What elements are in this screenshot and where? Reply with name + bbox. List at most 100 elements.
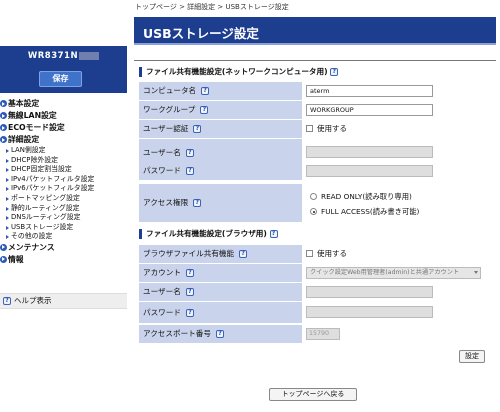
question-icon[interactable]: ? <box>185 167 194 175</box>
circle-arrow-icon <box>0 100 7 107</box>
account-select-value: クイック設定Web用管理者(admin)と共通アカウント <box>310 269 460 276</box>
browser-share-label: ブラウザファイル共有機能? <box>139 245 302 263</box>
triangle-icon <box>6 158 9 163</box>
browser-share-cell: 使用する <box>302 245 491 263</box>
sidebar-nav-sub-item[interactable]: DNSルーティング設定 <box>0 213 127 223</box>
user-auth-checkbox-label[interactable]: 使用する <box>317 120 347 138</box>
back-to-top-button[interactable]: トップページへ戻る <box>269 388 357 401</box>
network-share-section-title: ファイル共有機能設定(ネットワークコンピュータ用) ? <box>139 67 339 77</box>
triangle-icon <box>6 168 9 173</box>
user-auth-label-text: ユーザー認証 <box>143 124 189 133</box>
question-icon[interactable]: ? <box>185 288 194 296</box>
help-display-link[interactable]: ? ヘルプ表示 <box>0 293 127 309</box>
password-input[interactable] <box>306 165 433 177</box>
question-icon[interactable]: ? <box>185 309 194 317</box>
page-title: USBストレージ設定 <box>143 26 259 41</box>
browser-username-cell <box>302 283 491 301</box>
breadcrumb: トップページ > 詳細設定 > USBストレージ設定 <box>135 3 289 11</box>
sidebar-nav-label: 静的ルーティング設定 <box>11 203 80 212</box>
sidebar-nav-sub-item[interactable]: その他の設定 <box>0 232 127 242</box>
circle-arrow-icon <box>0 136 7 143</box>
sidebar-nav-main-item[interactable]: 基本設定 <box>0 98 127 110</box>
sidebar-nav-label: 無線LAN設定 <box>8 111 57 120</box>
access-port-label: アクセスポート番号? <box>139 325 302 343</box>
sidebar-nav-sub-item[interactable]: IPv6パケットフィルタ設定 <box>0 184 127 194</box>
sidebar-nav-label: 情報 <box>8 254 24 264</box>
browser-username-input[interactable] <box>306 286 433 298</box>
sidebar-nav-main-item[interactable]: 詳細設定 <box>0 134 127 146</box>
browser-password-input[interactable] <box>306 306 433 318</box>
password-label: パスワード? <box>139 162 302 180</box>
password-label-text: パスワード <box>143 166 181 175</box>
question-icon[interactable]: ? <box>330 68 339 76</box>
settings-button[interactable]: 設定 <box>459 350 485 363</box>
triangle-icon <box>6 177 9 182</box>
username-input[interactable] <box>306 146 433 158</box>
sidebar-nav-main-item[interactable]: 無線LAN設定 <box>0 110 127 122</box>
triangle-icon <box>6 196 9 201</box>
sidebar: WR8371N 保存 基本設定 無線LAN設定 ECOモード設定 詳細設定 LAN側設定… <box>0 0 127 412</box>
browser-share-checkbox-label[interactable]: 使用する <box>317 245 347 263</box>
browser-share-label-text: ブラウザファイル共有機能 <box>143 249 235 258</box>
user-auth-cell: 使用する <box>302 120 491 138</box>
account-row: アカウント? クイック設定Web用管理者(admin)と共通アカウント <box>139 264 491 283</box>
computer-name-label: コンピュータ名? <box>139 82 302 100</box>
user-auth-checkbox[interactable] <box>306 125 313 132</box>
account-label-text: アカウント <box>143 268 181 277</box>
triangle-icon <box>6 235 9 240</box>
account-cell: クイック設定Web用管理者(admin)と共通アカウント <box>302 264 491 282</box>
computer-name-row: コンピュータ名? aterm <box>139 82 491 101</box>
model-name-mask <box>79 51 100 60</box>
triangle-icon <box>6 149 9 153</box>
browser-username-label-text: ユーザー名 <box>143 287 181 296</box>
question-icon[interactable]: ? <box>185 269 194 277</box>
workgroup-label: ワークグループ? <box>139 101 302 119</box>
triangle-icon <box>6 216 9 221</box>
workgroup-input[interactable]: WORKGROUP <box>306 104 433 116</box>
sidebar-nav-sub-item[interactable]: ポートマッピング設定 <box>0 194 127 204</box>
access-port-input[interactable]: 15790 <box>306 328 340 340</box>
sidebar-nav-main-item[interactable]: 情報 <box>0 254 127 266</box>
divider <box>134 60 496 61</box>
access-port-cell: 15790 <box>302 325 491 343</box>
sidebar-nav-label: DHCP固定割当設定 <box>11 165 72 174</box>
workgroup-row: ワークグループ? WORKGROUP <box>139 101 491 120</box>
full-access-label[interactable]: FULL ACCESS(読み書き可能) <box>321 207 419 216</box>
question-icon: ? <box>3 297 11 305</box>
question-icon[interactable]: ? <box>193 199 202 207</box>
read-only-label[interactable]: READ ONLY(読み取り専用) <box>321 192 412 201</box>
sidebar-nav-sub-item[interactable]: USBストレージ設定 <box>0 223 127 233</box>
full-access-radio[interactable] <box>310 208 317 215</box>
network-share-section-title-text: ファイル共有機能設定(ネットワークコンピュータ用) <box>146 67 328 76</box>
access-port-row: アクセスポート番号? 15790 <box>139 325 491 344</box>
browser-password-row: パスワード? <box>139 302 491 324</box>
access-label-text: アクセス権限 <box>143 198 189 207</box>
model-bar: WR8371N 保存 <box>0 46 127 93</box>
question-icon[interactable]: ? <box>201 87 210 95</box>
question-icon[interactable]: ? <box>269 230 278 238</box>
sidebar-nav-label: 詳細設定 <box>8 135 40 144</box>
computer-name-input[interactable]: aterm <box>306 85 433 97</box>
read-only-radio[interactable] <box>310 193 317 200</box>
workgroup-cell: WORKGROUP <box>302 101 491 119</box>
sidebar-nav-label: IPv4パケットフィルタ設定 <box>11 174 95 183</box>
sidebar-nav-label: その他の設定 <box>11 232 53 241</box>
sidebar-nav-sub-item[interactable]: DHCP除外設定 <box>0 156 127 166</box>
account-select[interactable]: クイック設定Web用管理者(admin)と共通アカウント <box>306 267 481 279</box>
sidebar-nav-sub-item[interactable]: LAN側設定 <box>0 146 127 156</box>
save-button[interactable]: 保存 <box>39 71 82 87</box>
question-icon[interactable]: ? <box>193 125 202 133</box>
sidebar-nav-sub-item[interactable]: 静的ルーティング設定 <box>0 204 127 214</box>
sidebar-nav-main-item[interactable]: ECOモード設定 <box>0 122 127 134</box>
question-icon[interactable]: ? <box>200 106 209 114</box>
sidebar-nav-sub-item[interactable]: DHCP固定割当設定 <box>0 165 127 175</box>
browser-username-label: ユーザー名? <box>139 283 302 301</box>
password-row: パスワード? <box>139 162 491 181</box>
question-icon[interactable]: ? <box>239 250 248 258</box>
sidebar-nav-main-item[interactable]: メンテナンス <box>0 242 127 254</box>
workgroup-label-text: ワークグループ <box>143 105 196 114</box>
question-icon[interactable]: ? <box>215 330 224 338</box>
sidebar-nav-sub-item[interactable]: IPv4パケットフィルタ設定 <box>0 175 127 185</box>
question-icon[interactable]: ? <box>185 149 194 157</box>
browser-share-checkbox[interactable] <box>306 250 313 257</box>
